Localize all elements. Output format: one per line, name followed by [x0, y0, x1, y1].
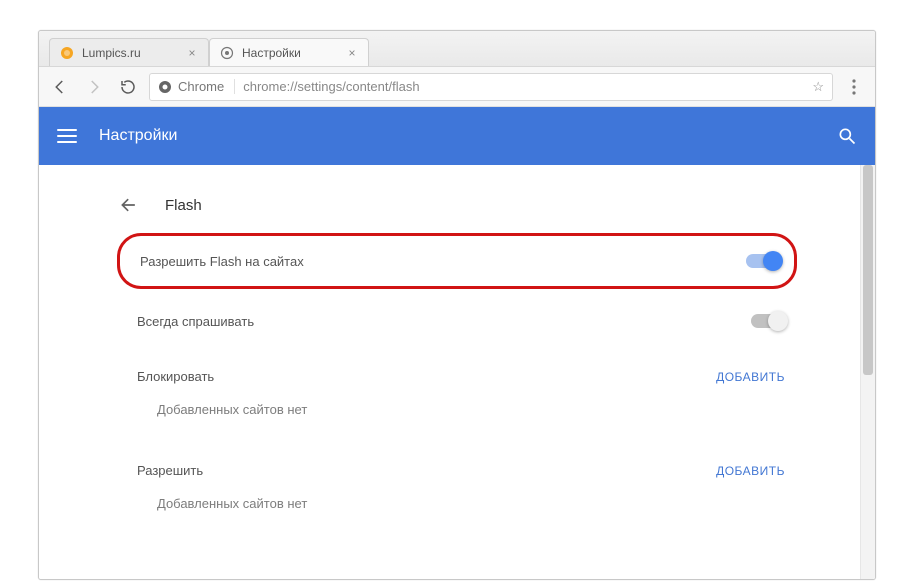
scrollbar[interactable]	[860, 165, 875, 579]
bookmark-star-icon[interactable]: ☆	[812, 79, 824, 95]
hamburger-icon[interactable]	[57, 129, 77, 143]
content-area: Flash Разрешить Flash на сайтах Всегда с…	[39, 165, 875, 579]
always-ask-toggle[interactable]	[751, 314, 785, 328]
toolbar: Chrome chrome://settings/content/flash ☆	[39, 67, 875, 107]
allow-add-button[interactable]: ДОБАВИТЬ	[716, 464, 785, 478]
section-header: Flash	[117, 183, 797, 227]
block-empty-text: Добавленных сайтов нет	[117, 392, 797, 443]
scrollbar-thumb[interactable]	[863, 165, 873, 375]
reload-button[interactable]	[115, 74, 141, 100]
tab-strip: Lumpics.ru × Настройки ×	[39, 31, 875, 67]
orange-circle-icon	[60, 46, 74, 60]
chrome-prefix: Chrome	[158, 79, 235, 94]
menu-button[interactable]	[841, 74, 867, 100]
settings-title: Настройки	[99, 127, 177, 145]
allow-section-header: Разрешить ДОБАВИТЬ	[117, 443, 797, 486]
forward-button[interactable]	[81, 74, 107, 100]
address-text: chrome://settings/content/flash	[243, 79, 419, 94]
address-bar[interactable]: Chrome chrome://settings/content/flash ☆	[149, 73, 833, 101]
close-icon[interactable]: ×	[346, 47, 358, 59]
allow-empty-text: Добавленных сайтов нет	[117, 486, 797, 537]
allow-flash-row: Разрешить Flash на сайтах	[117, 233, 797, 289]
search-icon[interactable]	[837, 126, 857, 146]
chrome-label: Chrome	[178, 79, 224, 94]
back-button[interactable]	[47, 74, 73, 100]
tab-label: Настройки	[242, 46, 301, 60]
always-ask-label: Всегда спрашивать	[137, 314, 254, 329]
block-section-header: Блокировать ДОБАВИТЬ	[117, 349, 797, 392]
block-add-button[interactable]: ДОБАВИТЬ	[716, 370, 785, 384]
tab-label: Lumpics.ru	[82, 46, 141, 60]
tab-lumpics[interactable]: Lumpics.ru ×	[49, 38, 209, 66]
back-arrow-icon[interactable]	[117, 193, 141, 217]
always-ask-row: Всегда спрашивать	[117, 293, 797, 349]
block-title: Блокировать	[137, 369, 214, 384]
gear-icon	[220, 46, 234, 60]
settings-header: Настройки	[39, 107, 875, 165]
browser-window: ◔ — ▭ ✕ Lumpics.ru × Настройки ×	[38, 30, 876, 580]
allow-flash-label: Разрешить Flash на сайтах	[140, 254, 304, 269]
close-icon[interactable]: ×	[186, 47, 198, 59]
allow-flash-toggle[interactable]	[746, 254, 780, 268]
tab-settings[interactable]: Настройки ×	[209, 38, 369, 66]
allow-title: Разрешить	[137, 463, 203, 478]
page-title: Flash	[165, 197, 202, 214]
